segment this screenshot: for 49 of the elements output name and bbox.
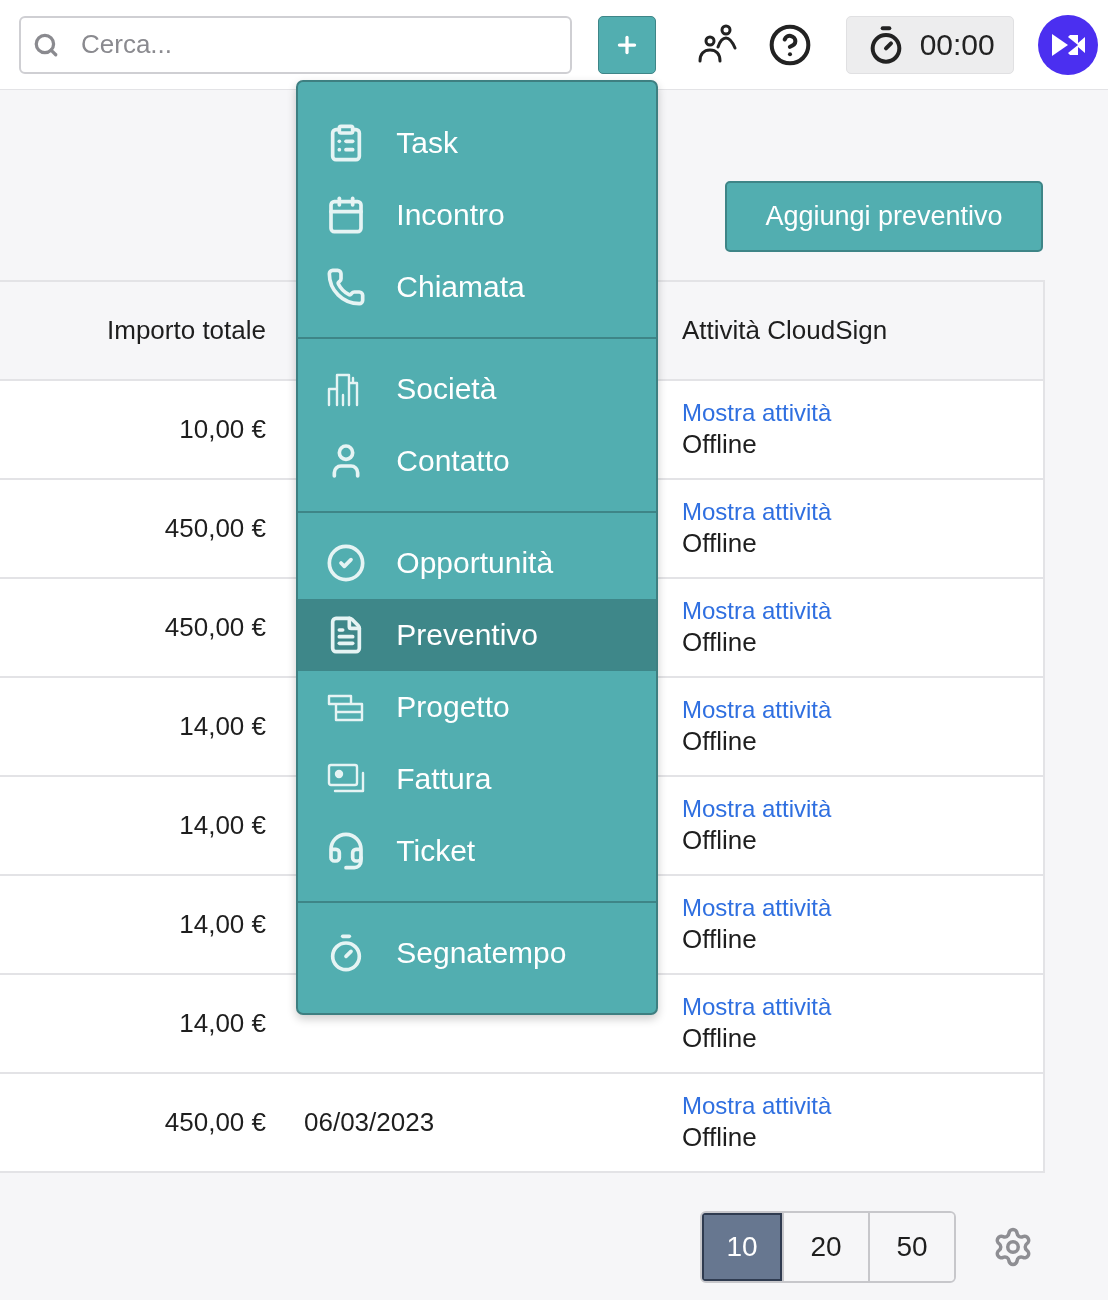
amount-cell-text: 10,00 € <box>178 414 267 445</box>
status-text: Offline <box>682 1023 757 1054</box>
menu-item[interactable]: Contatto <box>298 424 657 497</box>
search-input[interactable]: Cerca... <box>79 28 559 61</box>
search-icon <box>33 31 59 58</box>
status-text: Offline <box>682 1122 757 1153</box>
search-field[interactable]: Cerca... <box>19 15 573 74</box>
menu-item[interactable]: Progetto <box>298 670 657 743</box>
menu-item[interactable]: Segnatempo <box>298 916 657 989</box>
amount-cell-text: 450,00 € <box>163 513 267 544</box>
show-activity-link[interactable]: Mostra attività <box>682 894 832 922</box>
menu-item[interactable]: Chiamata <box>298 250 657 323</box>
status-text: Offline <box>682 429 757 460</box>
check-circle-icon <box>326 542 367 583</box>
date-cell-text: 06/03/2023 <box>303 1107 436 1138</box>
amount-cell-text: 14,00 € <box>178 1008 267 1039</box>
show-activity-link[interactable]: Mostra attività <box>682 399 832 427</box>
show-activity-link[interactable]: Mostra attività <box>682 993 832 1021</box>
amount-cell-text: 450,00 € <box>163 612 267 643</box>
page-size-button[interactable]: 10 <box>702 1213 782 1281</box>
status-text: Offline <box>682 924 757 955</box>
menu-item[interactable]: Incontro <box>298 178 657 251</box>
menu-item[interactable]: Fattura <box>298 742 657 815</box>
show-activity-link[interactable]: Mostra attività <box>682 597 832 625</box>
status-text: Offline <box>682 825 757 856</box>
add-button[interactable] <box>598 15 657 74</box>
amount-cell-text: 450,00 € <box>163 1107 267 1138</box>
menu-item[interactable]: Preventivo <box>298 598 657 671</box>
add-quote-button[interactable]: Aggiungi preventivo <box>725 181 1043 252</box>
menu-item[interactable]: Ticket <box>298 814 657 887</box>
column-header: Importo totale <box>106 315 267 346</box>
status-text: Offline <box>682 627 757 658</box>
show-activity-link[interactable]: Mostra attività <box>682 498 832 526</box>
status-text: Offline <box>682 726 757 757</box>
phone-icon <box>326 266 367 307</box>
amount-cell-text: 14,00 € <box>178 909 267 940</box>
column-header: Attività CloudSign <box>681 315 889 346</box>
amount-cell-text: 14,00 € <box>178 810 267 841</box>
menu-item[interactable]: Opportunità <box>298 526 657 599</box>
help-icon[interactable] <box>768 22 813 67</box>
show-activity-link[interactable]: Mostra attività <box>682 795 832 823</box>
status-text: Offline <box>682 528 757 559</box>
menu-item[interactable]: Task <box>298 106 657 179</box>
menu-item[interactable]: Società <box>298 352 657 425</box>
amount-cell-text: 14,00 € <box>178 711 267 742</box>
show-activity-link[interactable]: Mostra attività <box>682 1092 832 1120</box>
timer-button[interactable]: 00:00 <box>846 15 1015 74</box>
page-size-button[interactable]: 50 <box>868 1213 954 1281</box>
show-activity-link[interactable]: Mostra attività <box>682 696 832 724</box>
